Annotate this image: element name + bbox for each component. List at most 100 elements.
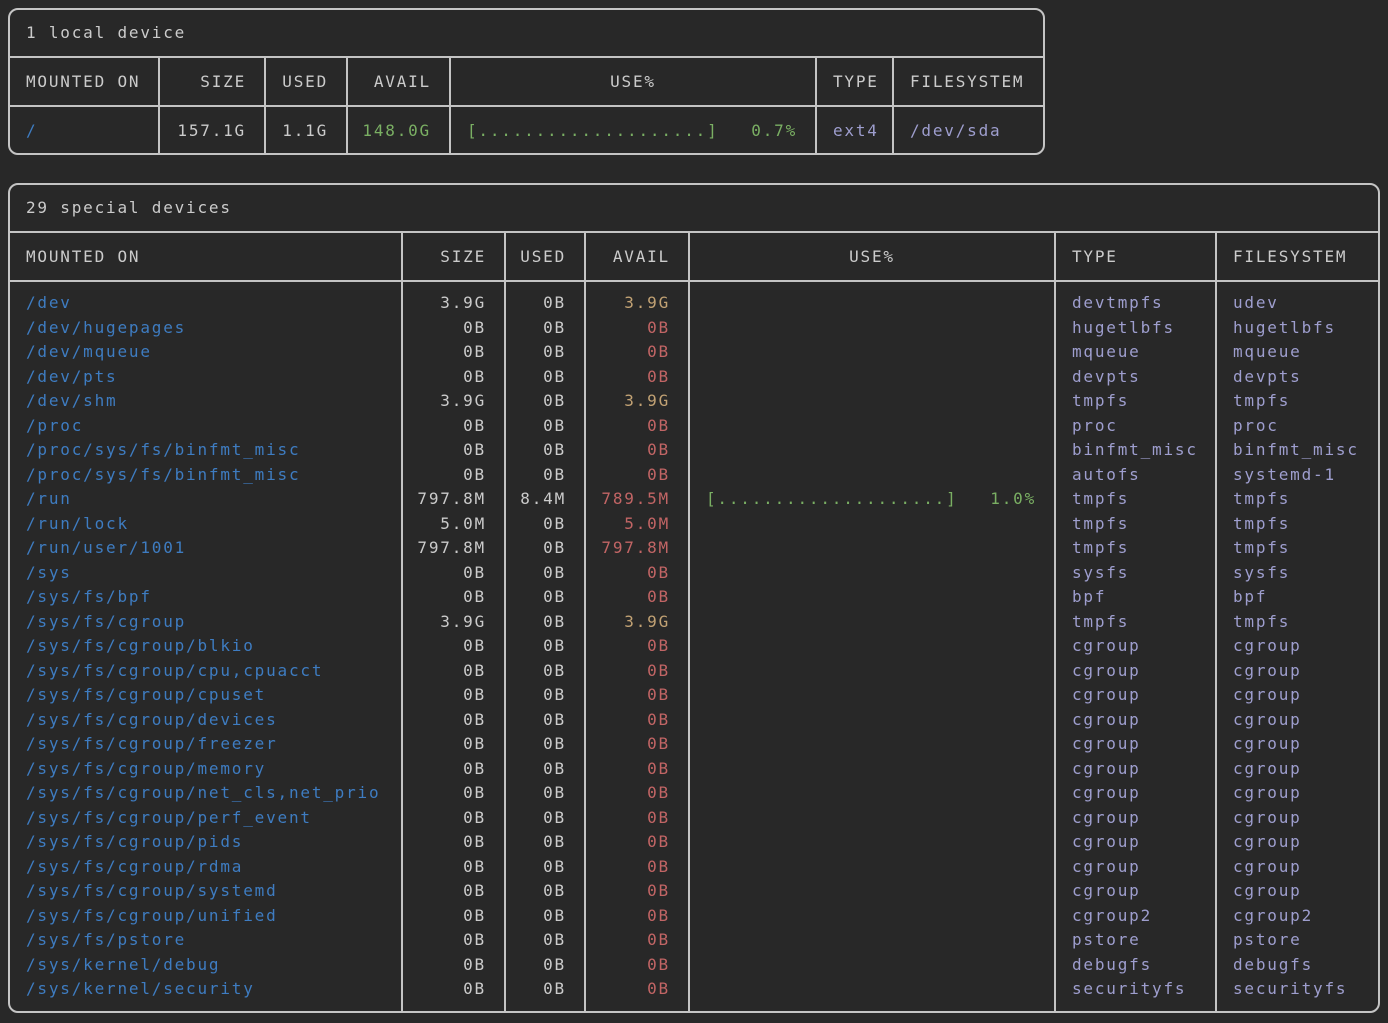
avail-cell: 0B bbox=[585, 781, 689, 806]
type-cell: devtmpfs bbox=[1055, 281, 1216, 316]
column-header-use-percent: USE% bbox=[689, 233, 1055, 281]
use-percent-cell bbox=[689, 904, 1055, 929]
size-cell: 797.8M bbox=[402, 536, 505, 561]
size-cell: 0B bbox=[402, 732, 505, 757]
filesystem-cell: tmpfs bbox=[1216, 389, 1378, 414]
table-row: /sys/fs/cgroup/cpu,cpuacct0B0B0Bcgroupcg… bbox=[10, 659, 1378, 684]
size-cell: 0B bbox=[402, 634, 505, 659]
mounted-on-cell: /sys/fs/cgroup/cpuset bbox=[10, 683, 402, 708]
filesystem-cell: cgroup bbox=[1216, 855, 1378, 880]
filesystem-cell: cgroup bbox=[1216, 659, 1378, 684]
size-cell: 0B bbox=[402, 683, 505, 708]
mounted-on-cell: /sys/fs/cgroup/systemd bbox=[10, 879, 402, 904]
size-cell: 0B bbox=[402, 879, 505, 904]
type-cell: sysfs bbox=[1055, 561, 1216, 586]
table-row: /sys/fs/cgroup/rdma0B0B0Bcgroupcgroup bbox=[10, 855, 1378, 880]
avail-cell: 0B bbox=[585, 463, 689, 488]
use-percent-cell bbox=[689, 977, 1055, 1011]
use-percent-cell bbox=[689, 634, 1055, 659]
size-cell: 0B bbox=[402, 781, 505, 806]
use-percent-cell bbox=[689, 830, 1055, 855]
filesystem-cell: securityfs bbox=[1216, 977, 1378, 1011]
used-cell: 0B bbox=[505, 830, 585, 855]
mounted-on-cell: /run/user/1001 bbox=[10, 536, 402, 561]
used-cell: 0B bbox=[505, 683, 585, 708]
filesystem-cell: systemd-1 bbox=[1216, 463, 1378, 488]
avail-cell: 0B bbox=[585, 732, 689, 757]
size-cell: 0B bbox=[402, 806, 505, 831]
mounted-on-cell: /sys bbox=[10, 561, 402, 586]
used-cell: 1.1G bbox=[265, 106, 347, 153]
avail-cell: 0B bbox=[585, 438, 689, 463]
use-percent-cell bbox=[689, 561, 1055, 586]
mounted-on-cell: /dev/mqueue bbox=[10, 340, 402, 365]
avail-cell: 0B bbox=[585, 904, 689, 929]
table-row: /sys/fs/cgroup/unified0B0B0Bcgroup2cgrou… bbox=[10, 904, 1378, 929]
table-row: /run/lock5.0M0B5.0Mtmpfstmpfs bbox=[10, 512, 1378, 537]
mounted-on-cell: /sys/kernel/security bbox=[10, 977, 402, 1011]
use-percent-cell bbox=[689, 928, 1055, 953]
usage-bar: [....................] bbox=[467, 121, 719, 140]
filesystem-cell: cgroup bbox=[1216, 683, 1378, 708]
avail-cell: 0B bbox=[585, 316, 689, 341]
type-cell: securityfs bbox=[1055, 977, 1216, 1011]
filesystem-cell: cgroup bbox=[1216, 830, 1378, 855]
avail-cell: 0B bbox=[585, 659, 689, 684]
column-header-filesystem: FILESYSTEM bbox=[1216, 233, 1378, 281]
used-cell: 0B bbox=[505, 928, 585, 953]
filesystem-cell: debugfs bbox=[1216, 953, 1378, 978]
used-cell: 0B bbox=[505, 708, 585, 733]
mounted-on-cell: /sys/fs/cgroup/cpu,cpuacct bbox=[10, 659, 402, 684]
type-cell: cgroup bbox=[1055, 732, 1216, 757]
mounted-on-cell: /run bbox=[10, 487, 402, 512]
size-cell: 0B bbox=[402, 830, 505, 855]
type-cell: cgroup bbox=[1055, 634, 1216, 659]
type-cell: bpf bbox=[1055, 585, 1216, 610]
filesystem-cell: proc bbox=[1216, 414, 1378, 439]
avail-cell: 0B bbox=[585, 879, 689, 904]
use-percent-cell bbox=[689, 953, 1055, 978]
mounted-on-cell: /sys/fs/cgroup/freezer bbox=[10, 732, 402, 757]
use-percent-cell bbox=[689, 389, 1055, 414]
use-percent-cell bbox=[689, 659, 1055, 684]
table-row: /proc/sys/fs/binfmt_misc0B0B0Bbinfmt_mis… bbox=[10, 438, 1378, 463]
avail-cell: 797.8M bbox=[585, 536, 689, 561]
filesystem-cell: tmpfs bbox=[1216, 536, 1378, 561]
type-cell: binfmt_misc bbox=[1055, 438, 1216, 463]
used-cell: 0B bbox=[505, 414, 585, 439]
use-percent-cell bbox=[689, 536, 1055, 561]
avail-cell: 148.0G bbox=[347, 106, 450, 153]
mounted-on-cell: /proc/sys/fs/binfmt_misc bbox=[10, 463, 402, 488]
size-cell: 3.9G bbox=[402, 610, 505, 635]
filesystem-cell: hugetlbfs bbox=[1216, 316, 1378, 341]
table-row: /dev/mqueue0B0B0Bmqueuemqueue bbox=[10, 340, 1378, 365]
header-row: MOUNTED ON SIZE USED AVAIL USE% TYPE FIL… bbox=[10, 233, 1378, 281]
type-cell: debugfs bbox=[1055, 953, 1216, 978]
mounted-on-cell: /dev bbox=[10, 281, 402, 316]
table-row: /run/user/1001797.8M0B797.8Mtmpfstmpfs bbox=[10, 536, 1378, 561]
used-cell: 0B bbox=[505, 806, 585, 831]
type-cell: ext4 bbox=[816, 106, 893, 153]
type-cell: cgroup bbox=[1055, 830, 1216, 855]
used-cell: 0B bbox=[505, 365, 585, 390]
type-cell: devpts bbox=[1055, 365, 1216, 390]
size-cell: 0B bbox=[402, 953, 505, 978]
used-cell: 0B bbox=[505, 561, 585, 586]
used-cell: 0B bbox=[505, 732, 585, 757]
type-cell: cgroup bbox=[1055, 708, 1216, 733]
avail-cell: 0B bbox=[585, 855, 689, 880]
mounted-on-cell: /sys/fs/pstore bbox=[10, 928, 402, 953]
mounted-on-cell: /sys/fs/cgroup/unified bbox=[10, 904, 402, 929]
column-header-size: SIZE bbox=[402, 233, 505, 281]
mounted-on-cell: /sys/kernel/debug bbox=[10, 953, 402, 978]
size-cell: 0B bbox=[402, 316, 505, 341]
avail-cell: 789.5M bbox=[585, 487, 689, 512]
avail-cell: 0B bbox=[585, 977, 689, 1011]
used-cell: 0B bbox=[505, 904, 585, 929]
filesystem-cell: cgroup bbox=[1216, 879, 1378, 904]
filesystem-cell: mqueue bbox=[1216, 340, 1378, 365]
type-cell: cgroup bbox=[1055, 879, 1216, 904]
size-cell: 0B bbox=[402, 414, 505, 439]
header-row: MOUNTED ON SIZE USED AVAIL USE% TYPE FIL… bbox=[10, 58, 1043, 106]
mounted-on-cell: /sys/fs/cgroup/blkio bbox=[10, 634, 402, 659]
